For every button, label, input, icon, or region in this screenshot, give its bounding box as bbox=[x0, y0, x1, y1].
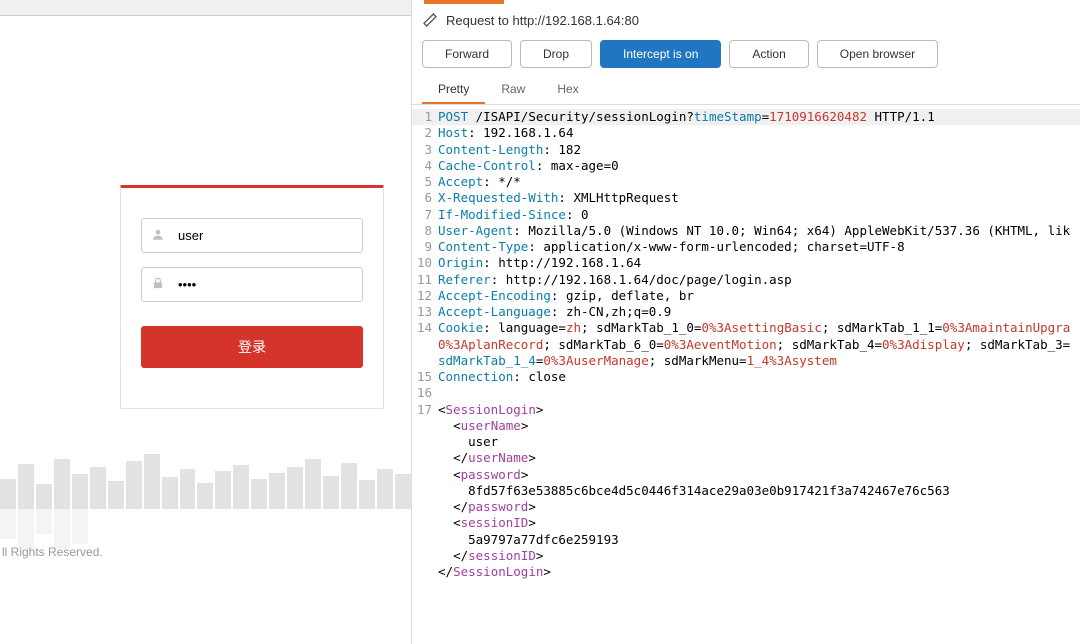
lock-icon bbox=[151, 276, 165, 293]
request-title: Request to http://192.168.1.64:80 bbox=[446, 13, 639, 28]
drop-button[interactable]: Drop bbox=[520, 40, 592, 68]
user-icon bbox=[151, 227, 165, 244]
username-input[interactable] bbox=[141, 218, 363, 253]
tab-hex[interactable]: Hex bbox=[541, 76, 594, 104]
browser-chrome-bar bbox=[0, 0, 411, 16]
copyright-footer: ll Rights Reserved. bbox=[2, 545, 103, 559]
intercept-panel: Request to http://192.168.1.64:80 Forwar… bbox=[412, 0, 1080, 644]
login-form: 登录 bbox=[120, 185, 384, 409]
open-browser-button[interactable]: Open browser bbox=[817, 40, 938, 68]
edit-icon bbox=[422, 12, 438, 28]
password-input[interactable] bbox=[141, 267, 363, 302]
action-button[interactable]: Action bbox=[729, 40, 808, 68]
cityscape-reflection bbox=[0, 509, 411, 549]
intercept-toggle-button[interactable]: Intercept is on bbox=[600, 40, 721, 68]
cityscape-decoration bbox=[0, 449, 411, 509]
request-body[interactable]: 1POST /ISAPI/Security/sessionLogin?timeS… bbox=[412, 105, 1080, 644]
login-button[interactable]: 登录 bbox=[141, 326, 363, 368]
login-page-panel: 登录 bbox=[0, 0, 412, 644]
tab-pretty[interactable]: Pretty bbox=[422, 76, 485, 104]
tab-raw[interactable]: Raw bbox=[485, 76, 541, 104]
forward-button[interactable]: Forward bbox=[422, 40, 512, 68]
